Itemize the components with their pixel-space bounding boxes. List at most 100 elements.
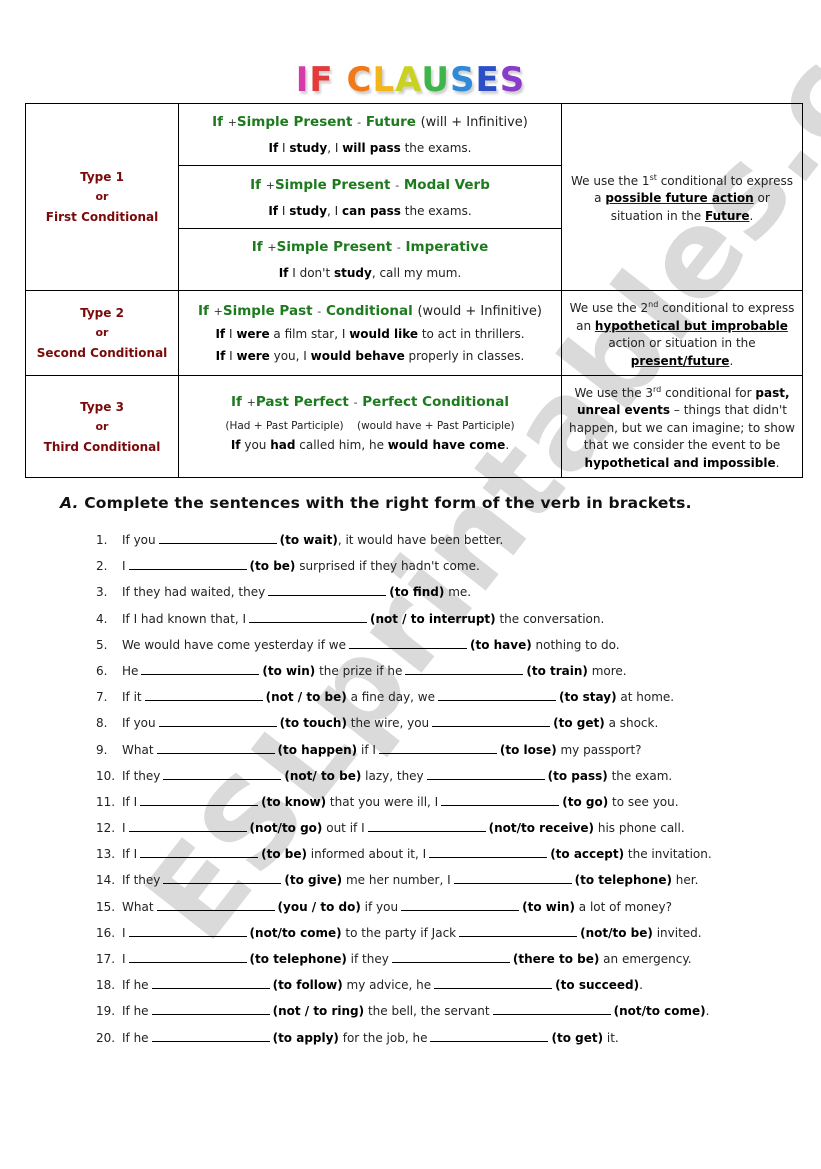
type3-label-cell: Type 3 or Third Conditional <box>25 375 179 478</box>
answer-blank[interactable] <box>367 819 486 833</box>
answer-blank[interactable] <box>128 557 247 571</box>
answer-blank[interactable] <box>156 741 275 754</box>
title-letter: A <box>395 60 422 100</box>
sentence-text: the prize if he <box>315 663 403 678</box>
answer-blank[interactable] <box>128 819 247 833</box>
verb-hint: (not / to interrupt) <box>370 611 496 626</box>
item-number: 11. <box>96 794 116 809</box>
answer-blank[interactable] <box>128 950 247 963</box>
answer-blank[interactable] <box>459 924 578 937</box>
answer-blank[interactable] <box>453 871 572 885</box>
answer-blank[interactable] <box>401 898 520 911</box>
example-sentence: If you had called him, he would have com… <box>230 437 510 452</box>
formula: If +Simple Present - Imperative <box>251 239 489 255</box>
item-number: 6. <box>96 663 108 678</box>
formula-dash: - <box>357 116 362 129</box>
type2-label-cell: Type 2 or Second Conditional <box>25 290 179 376</box>
item-number: 8. <box>96 716 108 731</box>
sentence-text: at home. <box>616 690 675 705</box>
sentence-text: What <box>122 742 154 757</box>
example-sentence: If I study, I can pass the exams. <box>268 203 472 218</box>
formula-main: Simple Present <box>236 114 353 130</box>
example-sentence: If I study, I will pass the exams. <box>268 141 472 155</box>
exercise-instruction: A. Complete the sentences with the right… <box>60 494 692 512</box>
answer-blank[interactable] <box>140 793 259 806</box>
sentence-text: the bell, the servant <box>364 1004 490 1019</box>
answer-blank[interactable] <box>429 845 548 859</box>
item-number: 12. <box>96 821 116 836</box>
answer-blank[interactable] <box>163 767 282 780</box>
answer-blank[interactable] <box>432 714 551 728</box>
sentence-text: . <box>705 1004 710 1019</box>
sentence-text: informed about it, I <box>306 847 427 862</box>
answer-blank[interactable] <box>492 1002 611 1016</box>
sentence-text: lazy, they <box>361 768 424 783</box>
answer-blank[interactable] <box>163 871 282 885</box>
answer-blank[interactable] <box>156 898 275 911</box>
sentence-text: that you were ill, I <box>326 794 439 809</box>
title-letter: L <box>372 60 396 100</box>
exercise-item: 1. If you (to wait), it would have been be… <box>96 530 712 556</box>
item-number: 5. <box>96 637 108 652</box>
formula-cell: If +Simple Present - Imperative If I don… <box>178 228 562 291</box>
answer-blank[interactable] <box>441 793 560 806</box>
example-sentence: If I were you, I would behave properly i… <box>215 349 525 363</box>
verb-hint: (to pass) <box>547 768 608 783</box>
sentence-text: a fine day, we <box>346 690 435 705</box>
exercise-item: 2. I (to be) surprised if they hadn't come… <box>96 556 712 582</box>
formula-cell: If +Simple Present - Future (will + Infi… <box>178 103 562 166</box>
answer-blank[interactable] <box>430 1029 549 1042</box>
formula-cell: If +Past Perfect - Perfect Conditional (… <box>178 375 562 478</box>
answer-blank[interactable] <box>141 662 260 675</box>
sentence-text: If I had known that, I <box>122 611 246 626</box>
sentence-text: a lot of money? <box>574 899 673 914</box>
verb-hint: (to lose) <box>499 742 557 757</box>
sentence-text: her. <box>671 873 699 888</box>
answer-blank[interactable] <box>158 714 277 728</box>
answer-blank[interactable] <box>128 924 247 937</box>
verb-hint: (to be) <box>249 559 296 574</box>
answer-blank[interactable] <box>405 662 524 675</box>
answer-blank[interactable] <box>434 976 553 990</box>
answer-blank[interactable] <box>391 950 510 963</box>
sentence-text: invited. <box>652 925 702 940</box>
answer-blank[interactable] <box>438 688 556 702</box>
type-or: or <box>95 190 109 203</box>
item-number: 16. <box>96 925 116 940</box>
title-letter: U <box>421 60 450 100</box>
type-name: First Conditional <box>45 210 159 224</box>
sentence-text: I <box>122 952 126 966</box>
answer-blank[interactable] <box>144 688 263 702</box>
answer-blank[interactable] <box>249 610 367 623</box>
verb-hint: (to get) <box>551 1030 604 1045</box>
exercise-item: 8. If you (to touch) the wire, you (to get)… <box>96 713 712 739</box>
exercise-item: 5. We would have come yesterday if we (to … <box>96 635 712 661</box>
answer-blank[interactable] <box>378 741 497 754</box>
sentence-text: the invitation. <box>624 847 712 862</box>
sentence-text: If I <box>122 794 138 809</box>
sentence-text: If they had waited, they <box>122 585 266 600</box>
sentence-text: If you <box>122 716 156 731</box>
type-name: Second Conditional <box>36 346 168 360</box>
verb-hint: (to accept) <box>550 847 625 862</box>
verb-hint: (to be) <box>261 847 307 862</box>
verb-hint: (not / to ring) <box>272 1004 365 1019</box>
answer-blank[interactable] <box>426 767 545 780</box>
sentence-text: If they <box>122 768 161 783</box>
type1-explanation: We use the 1st conditional to express a … <box>561 103 803 291</box>
answer-blank[interactable] <box>151 976 270 990</box>
answer-blank[interactable] <box>140 845 259 859</box>
formula-if: If <box>212 114 223 130</box>
answer-blank[interactable] <box>268 583 387 597</box>
answer-blank[interactable] <box>151 1029 270 1042</box>
sentence-text: if I <box>357 742 376 757</box>
answer-blank[interactable] <box>158 531 277 544</box>
formula: If +Simple Present - Modal Verb <box>250 176 490 193</box>
answer-blank[interactable] <box>151 1002 270 1016</box>
verb-hint: (not/to go) <box>249 821 323 836</box>
answer-blank[interactable] <box>348 636 467 649</box>
exercise-item: 16. I (not/to come) to the party if Jack (n… <box>96 923 712 949</box>
item-number: 1. <box>96 533 108 547</box>
conditionals-table: Type 1 or First Conditional If +Simple P… <box>25 103 803 478</box>
sentence-text: the exam. <box>607 768 673 783</box>
